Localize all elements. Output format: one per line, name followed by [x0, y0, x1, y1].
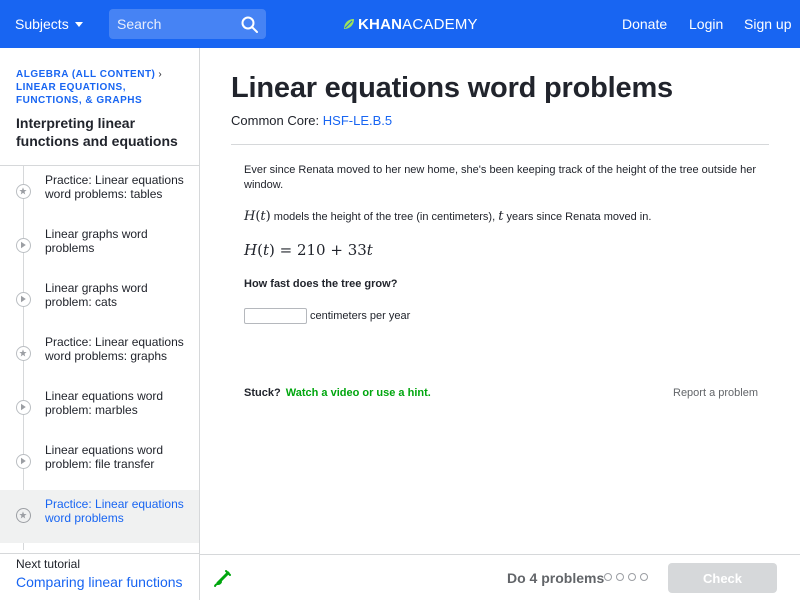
equation-rhs-variable: t: [366, 241, 373, 259]
video-hint-link[interactable]: Watch a video or use a hint.: [286, 387, 431, 399]
signup-link[interactable]: Sign up: [744, 16, 791, 32]
tutorial-item-list: Practice: Linear equations word problems…: [0, 165, 199, 550]
exercise-area: Linear equations word problems Common Co…: [200, 48, 800, 554]
khan-academy-logo[interactable]: KHAN ACADEMY: [343, 15, 478, 33]
problem-equation: H(t) = 210 + 33t: [244, 241, 373, 259]
equation-function-name: H: [244, 241, 258, 259]
tutorial-item-marbles[interactable]: Linear equations word problem: marbles: [0, 382, 199, 436]
tutorial-item-practice-word-problems[interactable]: Practice: Linear equations word problems: [0, 490, 199, 543]
progress-label: Do 4 problems: [507, 570, 605, 586]
tutorial-item-label: Linear equations word problem: file tran…: [45, 443, 164, 471]
star-icon: [16, 508, 31, 523]
exercise-footer: Do 4 problems Check: [200, 554, 800, 600]
common-core-line: Common Core: HSF-LE.B.5: [231, 113, 392, 128]
breadcrumb-linear-equations[interactable]: Linear equations, functions, & graphs: [16, 82, 142, 106]
tutorial-sidebar: Algebra (all content) › Linear equations,…: [0, 48, 200, 600]
tutorial-item-linear-graphs-word-problems[interactable]: Linear graphs word problems: [0, 220, 199, 274]
star-icon: [16, 346, 31, 361]
next-tutorial-section: Next tutorial Comparing linear functions: [0, 553, 199, 600]
progress-dot: [604, 573, 612, 581]
logo-text-academy: ACADEMY: [402, 15, 478, 33]
progress-dots: [604, 573, 648, 581]
tutorial-item-practice-tables[interactable]: Practice: Linear equations word problems…: [0, 166, 199, 220]
play-icon: [16, 238, 31, 253]
tutorial-item-label: Practice: Linear equations word problems…: [45, 335, 184, 363]
problem-definition: H(t) models the height of the tree (in c…: [244, 208, 651, 226]
function-name: H: [244, 209, 256, 224]
next-tutorial-link[interactable]: Comparing linear functions: [16, 574, 183, 590]
equation-rhs: 210 + 33: [296, 241, 367, 259]
play-icon: [16, 400, 31, 415]
answer-unit: centimeters per year: [310, 310, 411, 322]
tutorial-item-label: Linear graphs word problems: [45, 227, 148, 255]
definition-end-text: years since Renata moved in.: [503, 211, 652, 223]
next-tutorial-label: Next tutorial: [16, 557, 81, 571]
breadcrumb-algebra[interactable]: Algebra (all content): [16, 69, 155, 80]
common-core-label: Common Core:: [231, 113, 320, 128]
definition-middle-text: models the height of the tree (in centim…: [270, 211, 499, 223]
breadcrumb-separator: ›: [158, 69, 163, 80]
star-icon: [16, 184, 31, 199]
title-divider: [231, 144, 769, 145]
tutorial-item-file-transfer[interactable]: Linear equations word problem: file tran…: [0, 436, 199, 490]
check-button[interactable]: Check: [668, 563, 777, 593]
progress-dot: [616, 573, 624, 581]
search-input[interactable]: [109, 9, 234, 39]
top-navigation-bar: Subjects KHANACADEMY Donate Login Sign u…: [0, 0, 800, 48]
tutorial-item-linear-graphs-cats[interactable]: Linear graphs word problem: cats: [0, 274, 199, 328]
subjects-label: Subjects: [15, 16, 69, 32]
progress-dot: [628, 573, 636, 581]
report-problem-link[interactable]: Report a problem: [673, 387, 758, 399]
tutorial-title: Interpreting linear functions and equati…: [16, 115, 178, 149]
answer-row: centimeters per year: [244, 308, 410, 324]
play-icon: [16, 292, 31, 307]
tutorial-item-practice-graphs[interactable]: Practice: Linear equations word problems…: [0, 328, 199, 382]
login-link[interactable]: Login: [689, 16, 723, 32]
problem-question: How fast does the tree grow?: [244, 278, 398, 290]
scratchpad-pencil-icon[interactable]: [213, 568, 233, 588]
stuck-label: Stuck?: [244, 387, 281, 399]
answer-input[interactable]: [244, 308, 307, 324]
caret-down-icon: [74, 22, 83, 27]
problem-intro: Ever since Renata moved to her new home,…: [244, 164, 757, 191]
page-title: Linear equations word problems: [231, 72, 673, 104]
tutorial-item-label: Linear equations word problem: marbles: [45, 389, 164, 417]
tutorial-item-label: Practice: Linear equations word problems…: [45, 173, 184, 201]
search-box: [109, 9, 266, 39]
search-icon[interactable]: [241, 16, 258, 33]
tutorial-item-label: Linear graphs word problem: cats: [45, 281, 148, 309]
progress-dot: [640, 573, 648, 581]
definition-function: H(t): [244, 209, 271, 224]
logo-text-khan: KHAN: [358, 15, 403, 33]
play-icon: [16, 454, 31, 469]
common-core-link[interactable]: HSF-LE.B.5: [323, 113, 392, 128]
subjects-menu-button[interactable]: Subjects: [15, 15, 83, 33]
leaf-logo-icon: [344, 19, 354, 29]
stuck-hint-line: Stuck? Watch a video or use a hint.: [244, 387, 431, 399]
donate-link[interactable]: Donate: [622, 16, 667, 32]
tutorial-item-label: Practice: Linear equations word problems: [45, 497, 184, 525]
breadcrumb: Algebra (all content) › Linear equations,…: [16, 68, 191, 107]
